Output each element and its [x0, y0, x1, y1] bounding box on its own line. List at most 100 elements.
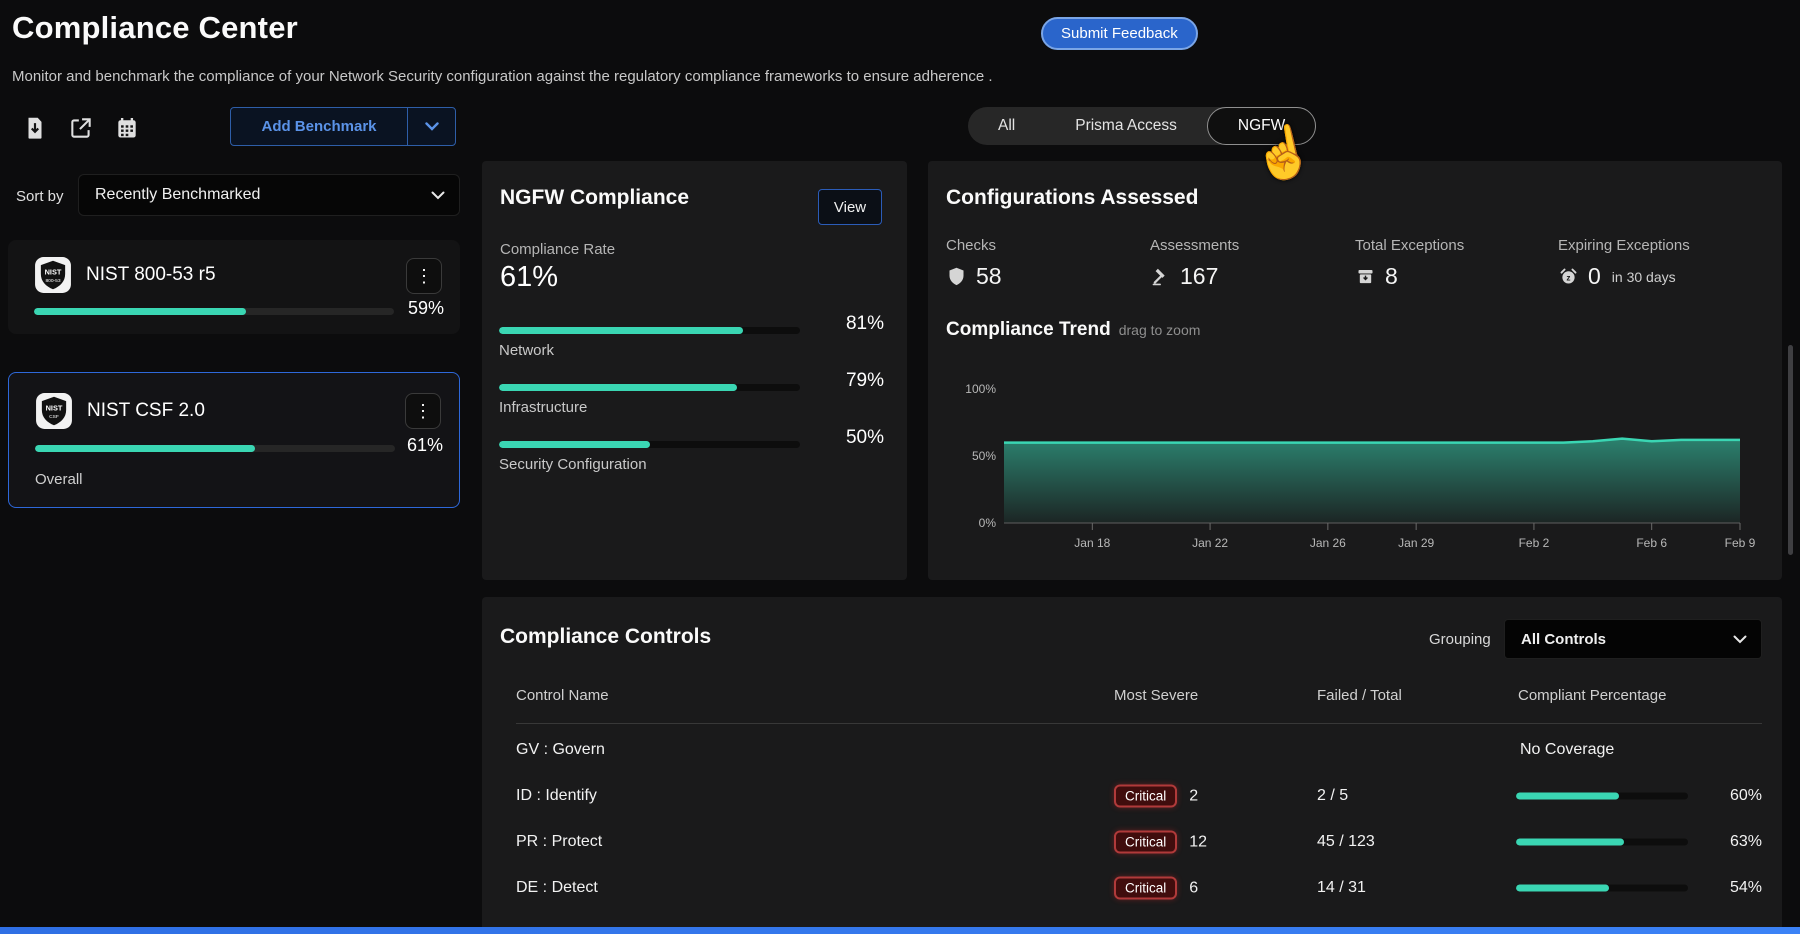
compliant-percent: 63%: [1700, 833, 1762, 851]
benchmark-menu-button[interactable]: ⋮: [405, 393, 441, 429]
grouping-select-value: All Controls: [1521, 631, 1606, 648]
benchmark-progress-bar: [34, 308, 394, 315]
infrastructure-bar: [499, 384, 800, 391]
nist-800-53-logo: NIST 800-53: [34, 256, 72, 294]
control-name: PR : Protect: [516, 833, 602, 851]
svg-text:0%: 0%: [979, 516, 997, 530]
expiring-suffix: in 30 days: [1612, 269, 1676, 285]
table-header-divider: [516, 723, 1762, 724]
page-subtitle: Monitor and benchmark the compliance of …: [12, 68, 993, 85]
sort-select-value: Recently Benchmarked: [95, 186, 260, 204]
stat-assessments: Assessments 167: [1150, 237, 1239, 290]
control-name: ID : Identify: [516, 787, 597, 805]
coverage-text: No Coverage: [1520, 741, 1614, 759]
benchmark-card-nist-csf[interactable]: NIST CSF NIST CSF 2.0 ⋮ 61% Overall: [8, 372, 460, 508]
submit-feedback-button[interactable]: Submit Feedback: [1041, 17, 1198, 50]
sort-select[interactable]: Recently Benchmarked: [78, 174, 460, 216]
svg-text:Jan 29: Jan 29: [1398, 536, 1434, 550]
svg-text:800-53: 800-53: [45, 278, 60, 284]
svg-text:Jan 22: Jan 22: [1192, 536, 1228, 550]
severity-badge: Critical: [1114, 877, 1177, 900]
add-benchmark-dropdown-button[interactable]: [407, 107, 456, 146]
trend-title: Compliance Trend: [946, 319, 1111, 340]
calendar-icon: [114, 115, 140, 141]
add-benchmark-split-button: Add Benchmark: [230, 107, 456, 146]
table-row-id-identify[interactable]: ID : Identify Critical 2 2 / 5 60%: [482, 773, 1782, 819]
network-label: Network: [499, 342, 554, 359]
benchmark-percent: 59%: [408, 298, 444, 319]
svg-text:100%: 100%: [965, 382, 996, 396]
infrastructure-label: Infrastructure: [499, 399, 587, 416]
chevron-down-icon: [1733, 635, 1747, 644]
grouping-select[interactable]: All Controls: [1504, 619, 1762, 659]
tab-all[interactable]: All: [968, 107, 1045, 145]
severity-count: 12: [1189, 833, 1207, 851]
svg-text:Jan 18: Jan 18: [1074, 536, 1110, 550]
nist-csf-logo: NIST CSF: [35, 392, 73, 430]
sort-by-label: Sort by: [16, 188, 64, 205]
tab-prisma-access[interactable]: Prisma Access: [1045, 107, 1207, 145]
ngfw-compliance-panel: NGFW Compliance View Compliance Rate 61%…: [482, 161, 907, 580]
export-button[interactable]: [66, 113, 96, 143]
table-row-pr-protect[interactable]: PR : Protect Critical 12 45 / 123 63%: [482, 819, 1782, 865]
column-failed-total: Failed / Total: [1317, 687, 1402, 704]
assessed-panel-title: Configurations Assessed: [946, 186, 1198, 210]
benchmark-card-nist-800-53[interactable]: NIST 800-53 NIST 800-53 r5 ⋮ 59%: [8, 240, 460, 334]
table-body: GV : Govern No Coverage ID : Identify Cr…: [482, 727, 1782, 911]
scrollbar-thumb[interactable]: [1788, 345, 1793, 555]
compliant-bar: [1516, 839, 1688, 846]
security-configuration-percent: 50%: [804, 427, 884, 449]
overall-label: Overall: [35, 471, 83, 488]
grouping-label: Grouping: [1429, 631, 1491, 648]
column-control-name: Control Name: [516, 687, 609, 704]
compliance-controls-panel: Compliance Controls Grouping All Control…: [482, 597, 1782, 934]
failed-total: 14 / 31: [1317, 879, 1366, 897]
failed-total: 2 / 5: [1317, 787, 1348, 805]
compliance-rate-value: 61%: [500, 261, 558, 294]
benchmark-name: NIST CSF 2.0: [87, 400, 205, 422]
benchmark-percent: 61%: [407, 435, 443, 456]
download-report-button[interactable]: [20, 113, 50, 143]
gavel-icon: [1150, 266, 1171, 287]
shield-icon: [946, 266, 967, 287]
page-title: Compliance Center: [12, 10, 298, 46]
schedule-button[interactable]: [112, 113, 142, 143]
toolbar-icons: [20, 113, 142, 143]
view-button[interactable]: View: [818, 189, 882, 225]
y-axis-labels: 100%50%0%: [965, 382, 996, 530]
alarm-snooze-icon: z: [1558, 266, 1579, 287]
svg-text:Feb 9: Feb 9: [1725, 536, 1756, 550]
security-configuration-bar: [499, 441, 800, 448]
bottom-progress-strip: [0, 927, 1800, 934]
benchmark-menu-button[interactable]: ⋮: [406, 258, 442, 294]
table-row-gv-govern[interactable]: GV : Govern No Coverage: [482, 727, 1782, 773]
failed-total: 45 / 123: [1317, 833, 1375, 851]
infrastructure-percent: 79%: [804, 370, 884, 392]
archive-icon: [1355, 266, 1376, 287]
compliance-trend-chart[interactable]: 100%50%0% Jan 18 Jan 22 Jan 26 Jan 29 Feb 2 F…: [946, 350, 1762, 568]
svg-text:Jan 26: Jan 26: [1310, 536, 1346, 550]
tab-ngfw[interactable]: NGFW: [1207, 107, 1316, 145]
svg-text:Feb 2: Feb 2: [1519, 536, 1550, 550]
compliant-percent: 60%: [1700, 787, 1762, 805]
compliance-center-page: Compliance Center Submit Feedback Monito…: [0, 0, 1800, 934]
trend-hint: drag to zoom: [1119, 322, 1201, 338]
configurations-assessed-panel: Configurations Assessed Checks 58 Assess…: [928, 161, 1782, 580]
compliant-bar: [1516, 885, 1688, 892]
severity-count: 6: [1189, 879, 1198, 897]
add-benchmark-button[interactable]: Add Benchmark: [230, 107, 408, 146]
svg-text:CSF: CSF: [49, 414, 59, 420]
svg-text:Feb 6: Feb 6: [1636, 536, 1667, 550]
severity-count: 2: [1189, 787, 1198, 805]
network-percent: 81%: [804, 313, 884, 335]
svg-text:NIST: NIST: [46, 403, 63, 412]
table-row-de-detect[interactable]: DE : Detect Critical 6 14 / 31 54%: [482, 865, 1782, 911]
column-most-severe: Most Severe: [1114, 687, 1198, 704]
export-icon: [68, 115, 94, 141]
chevron-down-icon: [431, 191, 445, 200]
stat-expiring-exceptions: Expiring Exceptions z 0 in 30 days: [1558, 237, 1690, 290]
compliance-rate-label: Compliance Rate: [500, 241, 615, 258]
compliant-bar: [1516, 793, 1688, 800]
trend-area: [1004, 439, 1740, 523]
control-name: GV : Govern: [516, 741, 605, 759]
